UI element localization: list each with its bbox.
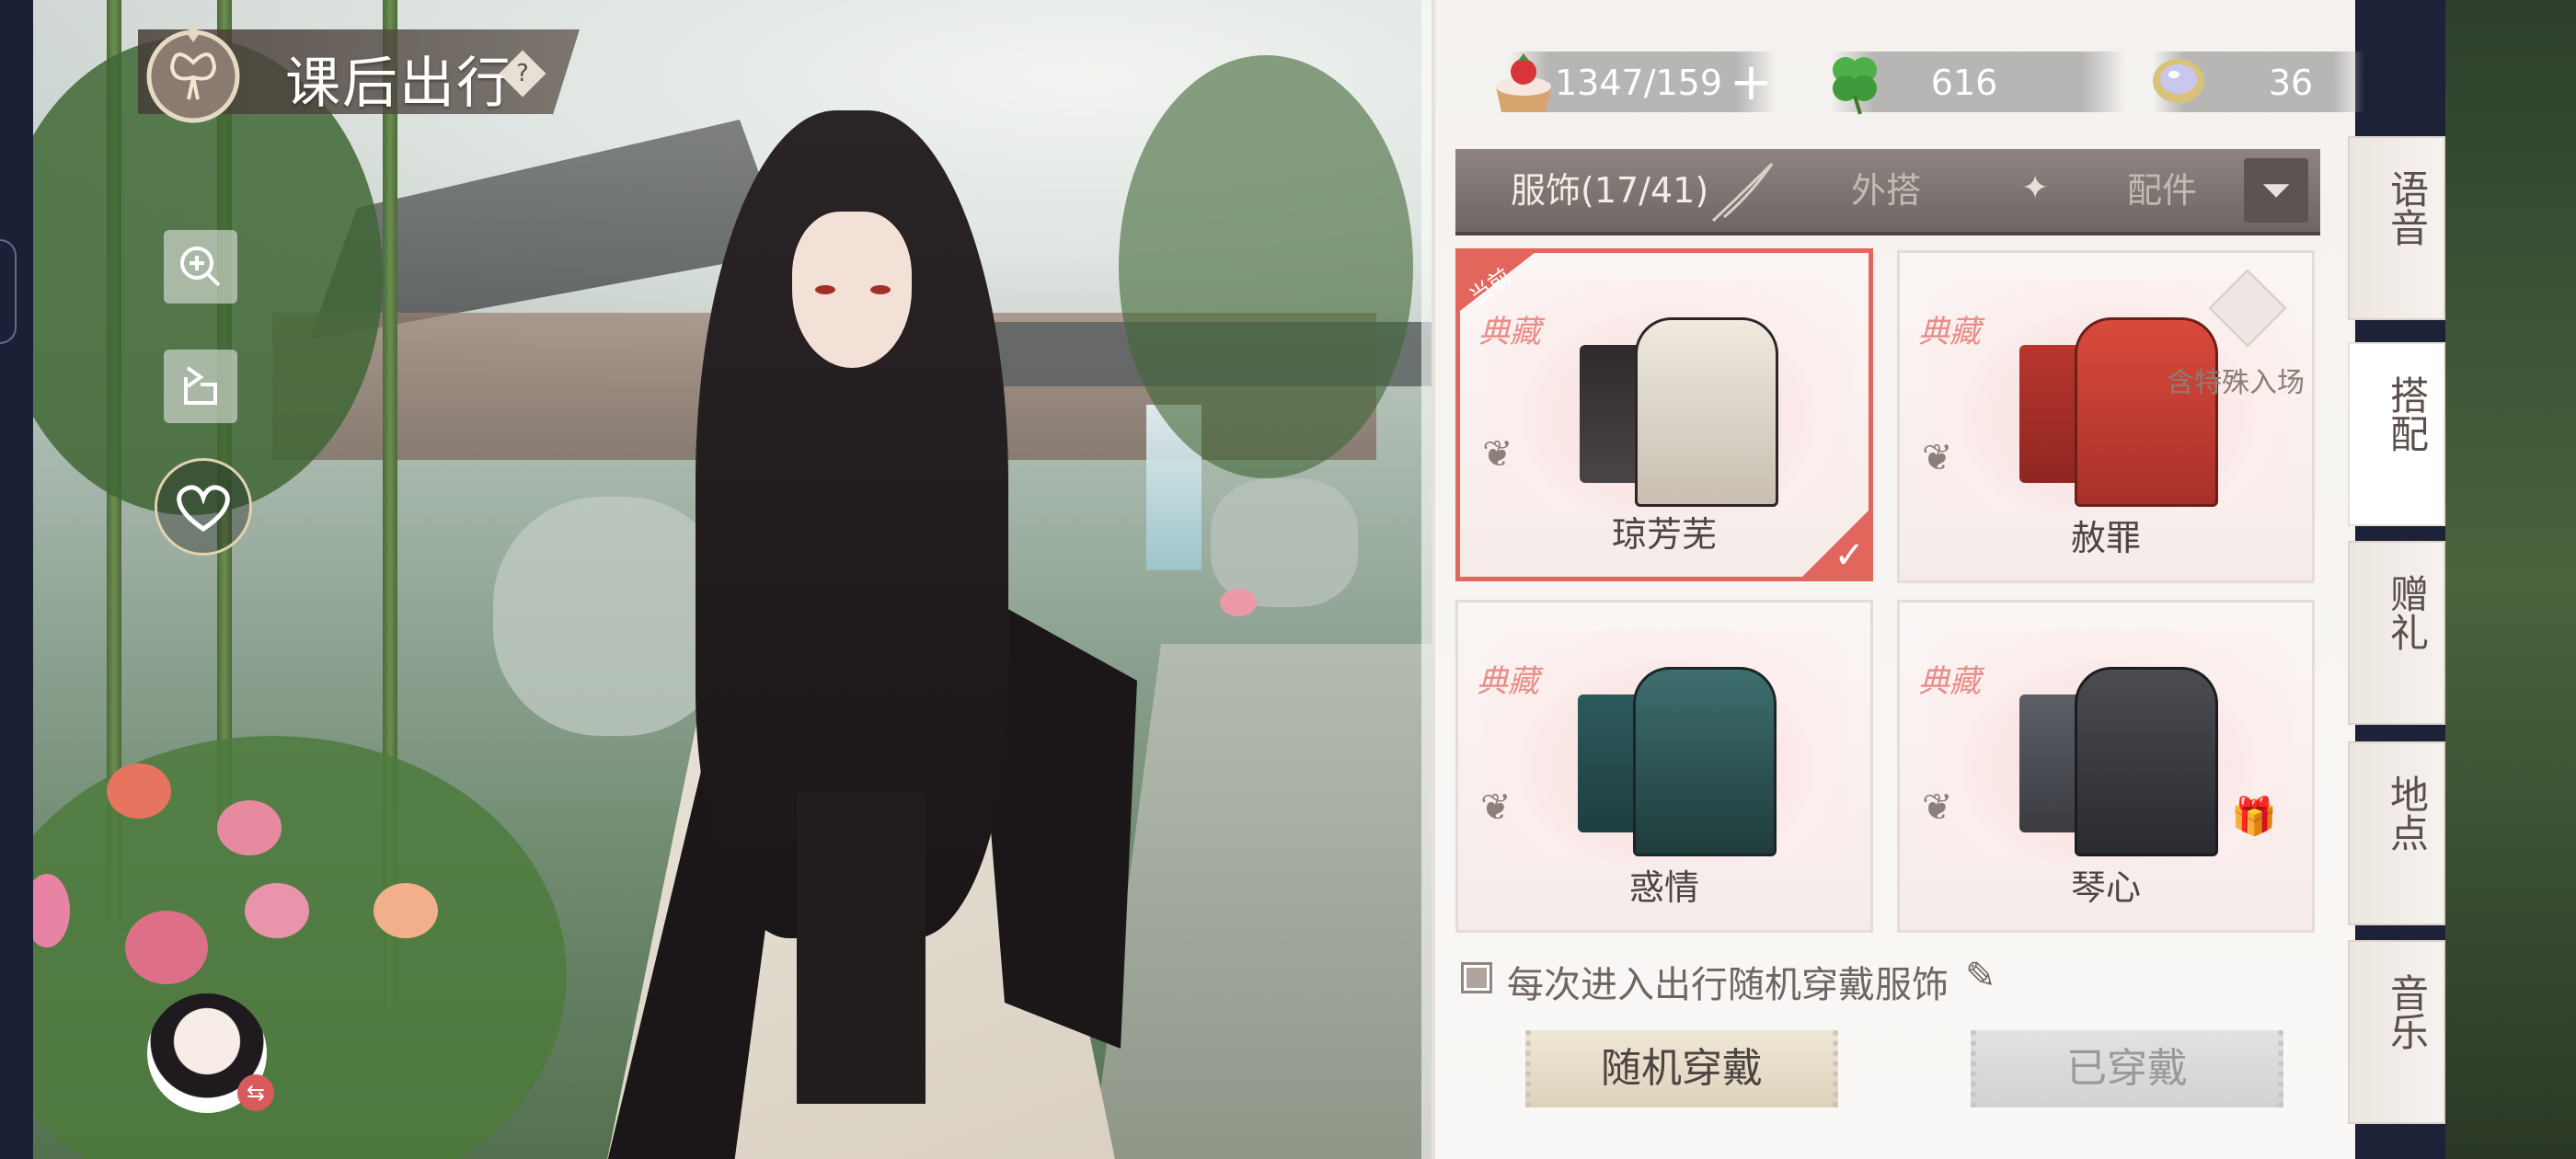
rock xyxy=(1211,478,1358,607)
character-eye xyxy=(870,285,891,294)
background-edge xyxy=(2445,0,2576,1159)
cake-icon xyxy=(1496,53,1551,112)
scene-background xyxy=(33,0,1432,1159)
bird-icon: ❦ xyxy=(1922,786,1953,829)
character-eye xyxy=(815,285,835,294)
add-stamina-button[interactable]: + xyxy=(1730,57,1773,109)
bird-icon: ❦ xyxy=(1480,786,1512,829)
page-title: 课后出行 xyxy=(285,52,513,116)
peony-flower xyxy=(125,911,208,984)
collection-tag: 典藏 xyxy=(1478,314,1541,350)
heart-icon xyxy=(177,485,230,533)
peony-flower xyxy=(217,800,282,855)
side-tab-label: 搭配 xyxy=(2384,375,2430,453)
gem-value: 36 xyxy=(2268,63,2314,103)
peony-flower xyxy=(245,883,309,938)
outfit-card[interactable]: 典藏 ❦ 惑情 xyxy=(1455,600,1873,933)
peony-flower xyxy=(1220,589,1257,616)
zoom-button[interactable] xyxy=(164,230,237,304)
bird-icon: ❦ xyxy=(1482,433,1513,476)
side-tab-label: 音乐 xyxy=(2384,973,2430,1050)
random-outfit-label: 每次进入出行随机穿戴服饰 xyxy=(1507,964,1949,1006)
outfit-name: 琼芳芜 xyxy=(1611,514,1717,555)
outfit-mannequin xyxy=(1635,317,1778,507)
special-entrance-label: 含特殊入场 xyxy=(2167,367,2305,399)
outfit-name: 惑情 xyxy=(1628,867,1699,908)
side-tab-outfit[interactable]: 搭配 xyxy=(2348,342,2445,526)
side-tab-label: 语音 xyxy=(2384,169,2430,247)
tab-clothing[interactable]: 服饰(17/41) xyxy=(1511,149,1708,232)
clover-value: 616 xyxy=(1930,63,1998,103)
stamina-value: 1347/159 xyxy=(1555,63,1723,103)
edit-icon[interactable]: ✎ xyxy=(1965,955,1996,997)
side-tab-label: 赠礼 xyxy=(2384,574,2430,651)
help-label: ? xyxy=(516,60,529,87)
character-sash xyxy=(797,791,926,1104)
quill-icon xyxy=(1711,162,1774,223)
peony-flower xyxy=(374,883,438,938)
collection-tag: 典藏 xyxy=(1918,663,1981,700)
clover-icon xyxy=(1833,57,1877,115)
zoom-in-icon xyxy=(180,247,221,287)
checkbox-mark xyxy=(1466,968,1487,988)
side-tab-music[interactable]: 音乐 xyxy=(2348,940,2445,1124)
share-icon xyxy=(184,366,217,405)
sparkle-icon: ✦ xyxy=(2021,169,2050,207)
side-tab-label: 地点 xyxy=(2384,775,2430,852)
gem-icon xyxy=(2153,59,2204,103)
outfit-mannequin xyxy=(2075,317,2218,507)
outfit-card[interactable]: 典藏 含特殊入场 ❦ 赦罪 xyxy=(1897,250,2315,583)
check-icon: ✓ xyxy=(1834,534,1865,577)
gift-icon: 🎁 xyxy=(2231,796,2277,838)
outfit-category-tabs: 服饰(17/41) 外搭 ✦ 配件 ⏷ xyxy=(1455,149,2320,235)
outfit-mannequin xyxy=(2075,667,2218,856)
character-face xyxy=(792,212,912,368)
filter-button[interactable]: ⏷ xyxy=(2244,158,2308,223)
outfit-card[interactable]: 当前 典藏 ❦ 琼芳芜 ✓ xyxy=(1455,248,1873,581)
collection-tag: 典藏 xyxy=(1477,663,1539,700)
worn-button[interactable]: 已穿戴 xyxy=(1971,1030,2283,1107)
side-tab-voice[interactable]: 语音 xyxy=(2348,136,2445,320)
side-tab-location[interactable]: 地点 xyxy=(2348,741,2445,925)
outfit-card[interactable]: 典藏 🎁 ❦ 琴心 xyxy=(1897,600,2315,933)
collection-tag: 典藏 xyxy=(1918,314,1981,350)
outfit-name: 琴心 xyxy=(2070,867,2141,908)
peony-flower xyxy=(107,763,171,819)
outfit-mannequin xyxy=(1633,667,1777,856)
outfit-name: 赦罪 xyxy=(2070,518,2141,558)
butterfly-icon xyxy=(146,24,240,123)
random-wear-button[interactable]: 随机穿戴 xyxy=(1525,1030,1838,1107)
side-tab-gift[interactable]: 赠礼 xyxy=(2348,541,2445,725)
filter-icon: ⏷ xyxy=(2261,169,2291,212)
export-button[interactable] xyxy=(164,350,237,423)
tab-outerwear[interactable]: 外搭 xyxy=(1851,149,1921,232)
frame-notch xyxy=(0,239,17,344)
left-frame xyxy=(0,0,33,1159)
swap-icon[interactable]: ⇆ xyxy=(237,1074,274,1111)
bird-icon: ❦ xyxy=(1922,437,1953,479)
tab-accessories[interactable]: 配件 xyxy=(2127,149,2197,232)
favor-button[interactable] xyxy=(155,458,252,556)
character-portrait xyxy=(585,74,1174,1159)
